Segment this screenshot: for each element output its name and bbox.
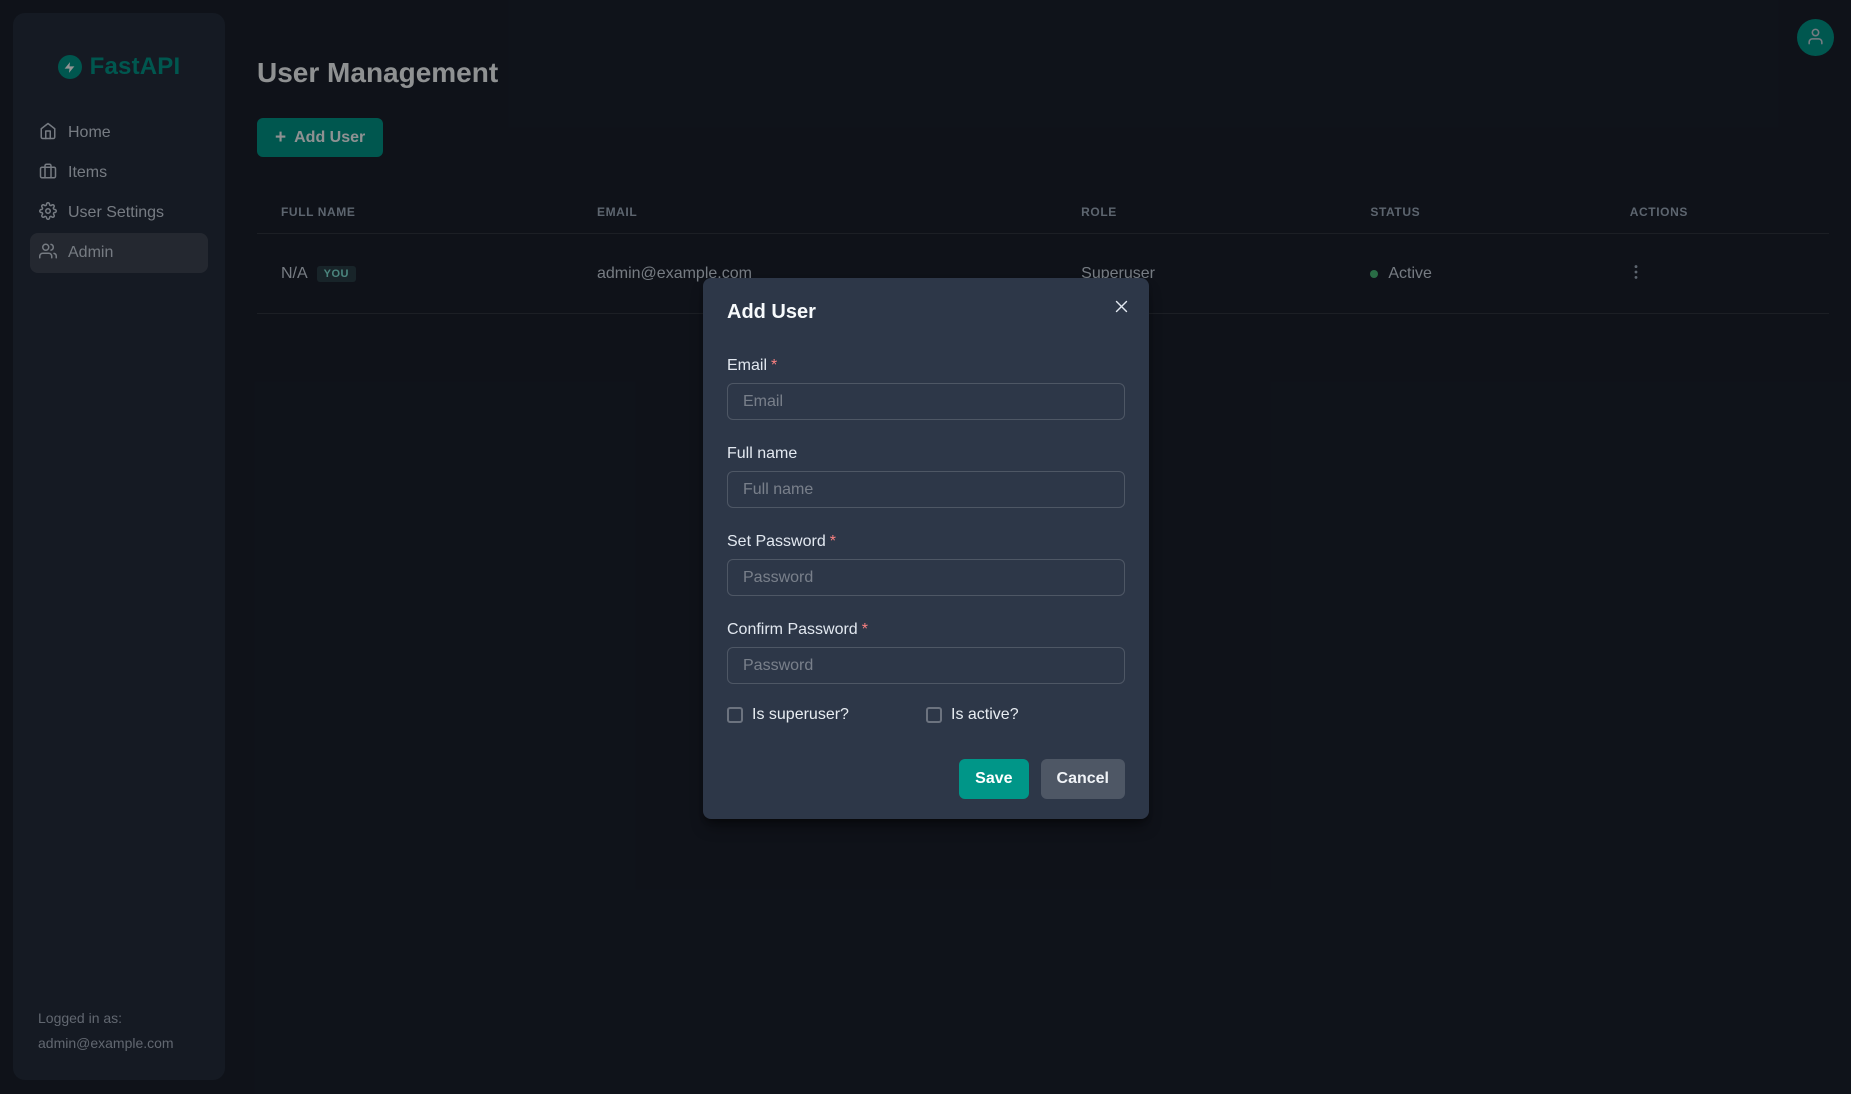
modal-footer: Save Cancel <box>727 759 1125 799</box>
is-active-checkbox[interactable] <box>926 707 942 723</box>
is-active-label[interactable]: Is active? <box>951 706 1019 724</box>
modal-title: Add User <box>727 298 1125 326</box>
full-name-field-group: Full name <box>727 442 1125 508</box>
is-superuser-checkbox[interactable] <box>727 707 743 723</box>
required-asterisk: * <box>830 533 836 550</box>
modal-close-button[interactable] <box>1105 290 1137 322</box>
required-asterisk: * <box>862 621 868 638</box>
add-user-modal: Add User Email* Full name Set Password* … <box>703 278 1149 819</box>
checkbox-row: Is superuser? Is active? <box>727 706 1125 724</box>
email-field-label: Email* <box>727 354 1125 378</box>
is-superuser-option: Is superuser? <box>727 706 926 724</box>
full-name-field[interactable] <box>727 471 1125 508</box>
email-field[interactable] <box>727 383 1125 420</box>
set-password-field-group: Set Password* <box>727 530 1125 596</box>
close-icon <box>1114 299 1129 314</box>
is-active-option: Is active? <box>926 706 1125 724</box>
is-superuser-label[interactable]: Is superuser? <box>752 706 849 724</box>
confirm-password-field[interactable] <box>727 647 1125 684</box>
confirm-password-field-group: Confirm Password* <box>727 618 1125 684</box>
confirm-password-field-label: Confirm Password* <box>727 618 1125 642</box>
cancel-button[interactable]: Cancel <box>1041 759 1125 799</box>
set-password-field[interactable] <box>727 559 1125 596</box>
email-field-group: Email* <box>727 354 1125 420</box>
full-name-field-label: Full name <box>727 442 1125 466</box>
required-asterisk: * <box>771 357 777 374</box>
save-button[interactable]: Save <box>959 759 1028 799</box>
set-password-field-label: Set Password* <box>727 530 1125 554</box>
